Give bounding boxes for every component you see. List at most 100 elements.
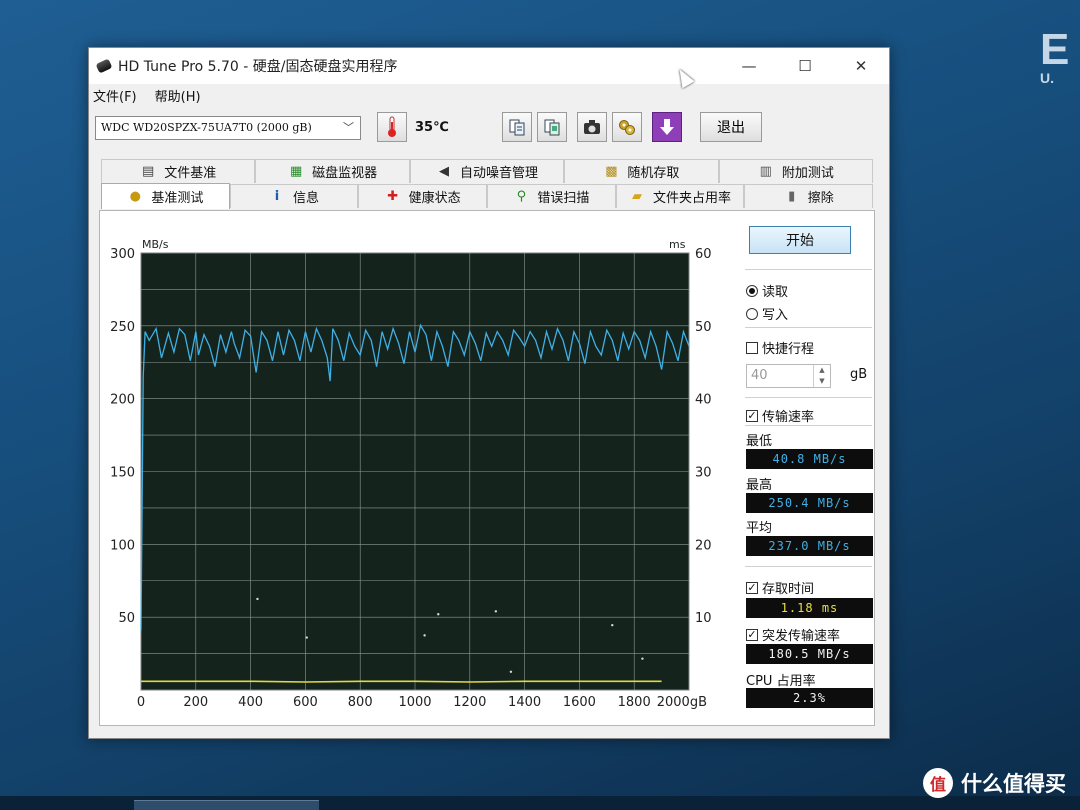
benchmark-chart: MB/s ms501001502002503001020304050600 200 4… [110,238,712,710]
access-time-point [611,623,614,627]
benchmark-icon: ● [129,188,141,204]
gears-icon [619,120,635,135]
divider [745,269,872,270]
tab-tabs_row2-3[interactable]: ⚲ 错误扫描 [487,184,616,208]
quick-scan-unit: gB [850,367,868,382]
maximize-button[interactable]: ☐ [777,48,833,84]
minimum-label: 最低 [746,434,773,449]
y-right-tick-label: 30 [695,466,712,481]
y-left-tick-label: 150 [110,466,135,481]
thermometer-icon [388,116,396,137]
tab-tabs_row2-5[interactable]: ▮ 擦除 [744,184,874,208]
tab-tabs_row2-4[interactable]: ▰ 文件夹占用率 [615,184,745,208]
read-radio[interactable]: 读取 [746,281,788,300]
taskbar-app-button[interactable] [134,800,319,810]
drive-select-value: WDC WD20SPZX-75UA7T0 (2000 gB) [101,121,312,134]
y-unit-right: ms [669,238,686,251]
tab-label: 错误扫描 [537,191,590,206]
minimize-button[interactable]: — [721,48,777,84]
tab-label: 信息 [293,191,320,206]
average-rate-readout: 237.0 MB/s [746,536,873,556]
tab-tabs_row1-1[interactable]: ▦ 磁盘监视器 [255,159,410,183]
tab-tabs_row1-2[interactable]: ◀ 自动噪音管理 [409,159,565,183]
quick-scan-size-value: 40 [751,368,768,383]
access-time-point [305,636,308,639]
access-time-series [141,680,662,683]
tab-label: 随机存取 [627,166,680,181]
taskbar [0,796,1080,810]
quick-scan-size-input[interactable]: 40 ▲ ▼ [746,364,831,388]
extra-test-icon: ▥ [759,163,772,179]
quick-scan-checkbox[interactable]: 快捷行程 [746,338,814,357]
y-left-tick-label: 200 [110,393,135,408]
tab-tabs_row2-2[interactable]: ✚ 健康状态 [358,184,488,208]
tab-tabs_row1-4[interactable]: ▥ 附加测试 [718,159,874,183]
temperature-readout: 35℃ [415,120,449,135]
toolbar: WDC WD20SPZX-75UA7T0 (2000 gB) ﹀ 35℃ 退出 [89,106,889,148]
drive-select[interactable]: WDC WD20SPZX-75UA7T0 (2000 gB) ﹀ [95,116,361,140]
tab-label: 附加测试 [781,166,834,181]
access-time-point [256,597,259,601]
benchmark-options: 开始 读取 写入 快捷行程 40 ▲ ▼ gB ✓ 传输速率 最低 40.8 MB/s… [736,211,876,727]
hdtune-window: HD Tune Pro 5.70 - 硬盘/固态硬盘实用程序 — ☐ ✕ 文件(… [88,47,890,739]
y-unit-left: MB/s [142,238,169,251]
minimum-rate-readout: 40.8 MB/s [746,449,873,469]
copy-text-button[interactable] [502,112,532,142]
tab-tabs_row2-1[interactable]: i 信息 [229,184,359,208]
screenshot-button[interactable] [577,112,607,142]
x-tick-label: 600 [293,695,318,710]
x-tick-label: 400 [238,695,263,710]
x-tick-label: 1000 [398,695,431,710]
cpu-usage-readout: 2.3% [746,688,873,708]
save-button[interactable] [652,112,682,142]
tab-label: 文件夹占用率 [653,191,732,206]
write-radio[interactable]: 写入 [746,304,788,323]
radio-selected-icon [746,284,758,297]
watermark: 值 什么值得买 [923,768,1066,798]
temperature-button[interactable] [377,112,407,142]
health-icon: ✚ [387,188,399,204]
tab-tabs_row2-0[interactable]: ● 基准测试 [101,183,230,209]
x-tick-label: 1200 [453,695,486,710]
copy-image-button[interactable] [537,112,567,142]
check-icon: ✓ [746,408,758,422]
y-left-tick-label: 300 [110,247,135,262]
spin-arrows-icon[interactable]: ▲ ▼ [813,365,830,387]
x-tick-label: 1800 [618,695,651,710]
access-time-point [423,634,426,637]
document-icon: ▤ [142,163,155,179]
check-icon: ✓ [746,580,758,594]
tab-label: 擦除 [807,191,834,206]
tab-label: 基准测试 [151,191,204,206]
transfer-rate-label: 传输速率 [762,410,815,425]
tab-tabs_row1-0[interactable]: ▤ 文件基准 [101,159,256,183]
title-bar[interactable]: HD Tune Pro 5.70 - 硬盘/固态硬盘实用程序 — ☐ ✕ [89,48,889,89]
burst-rate-checkbox[interactable]: ✓ 突发传输速率 [746,625,840,644]
y-left-tick-label: 50 [118,611,135,626]
tab-row-bottom: ● 基准测试 i 信息 ✚ 健康状态 ⚲ 错误扫描 ▰ 文件夹占用率 ▮ 擦除 [101,183,874,209]
radio-empty-icon [746,307,758,320]
info-icon: i [274,188,280,204]
close-button[interactable]: ✕ [833,48,889,84]
start-button[interactable]: 开始 [749,226,851,254]
x-tick-label: 2000gB [657,695,707,710]
desktop-edge-logo: E U. [1040,25,1070,87]
x-tick-label: 1600 [563,695,596,710]
menu-help[interactable]: 帮助(H) [155,86,201,105]
exit-button[interactable]: 退出 [700,112,762,142]
chevron-down-icon: ﹀ [343,121,354,134]
write-label: 写入 [762,308,789,323]
transfer-rate-checkbox[interactable]: ✓ 传输速率 [746,406,814,425]
access-time-checkbox[interactable]: ✓ 存取时间 [746,578,814,597]
tab-tabs_row1-3[interactable]: ▩ 随机存取 [564,159,719,183]
copy-icon [509,119,525,136]
menu-file[interactable]: 文件(F) [93,86,137,105]
magnifier-icon: ⚲ [516,188,527,204]
window-title: HD Tune Pro 5.70 - 硬盘/固态硬盘实用程序 [118,59,398,75]
access-time-point [641,657,644,660]
tab-label: 磁盘监视器 [312,166,378,181]
camera-icon [584,120,600,134]
options-button[interactable] [612,112,642,142]
divider [745,425,872,426]
divider [745,397,872,398]
